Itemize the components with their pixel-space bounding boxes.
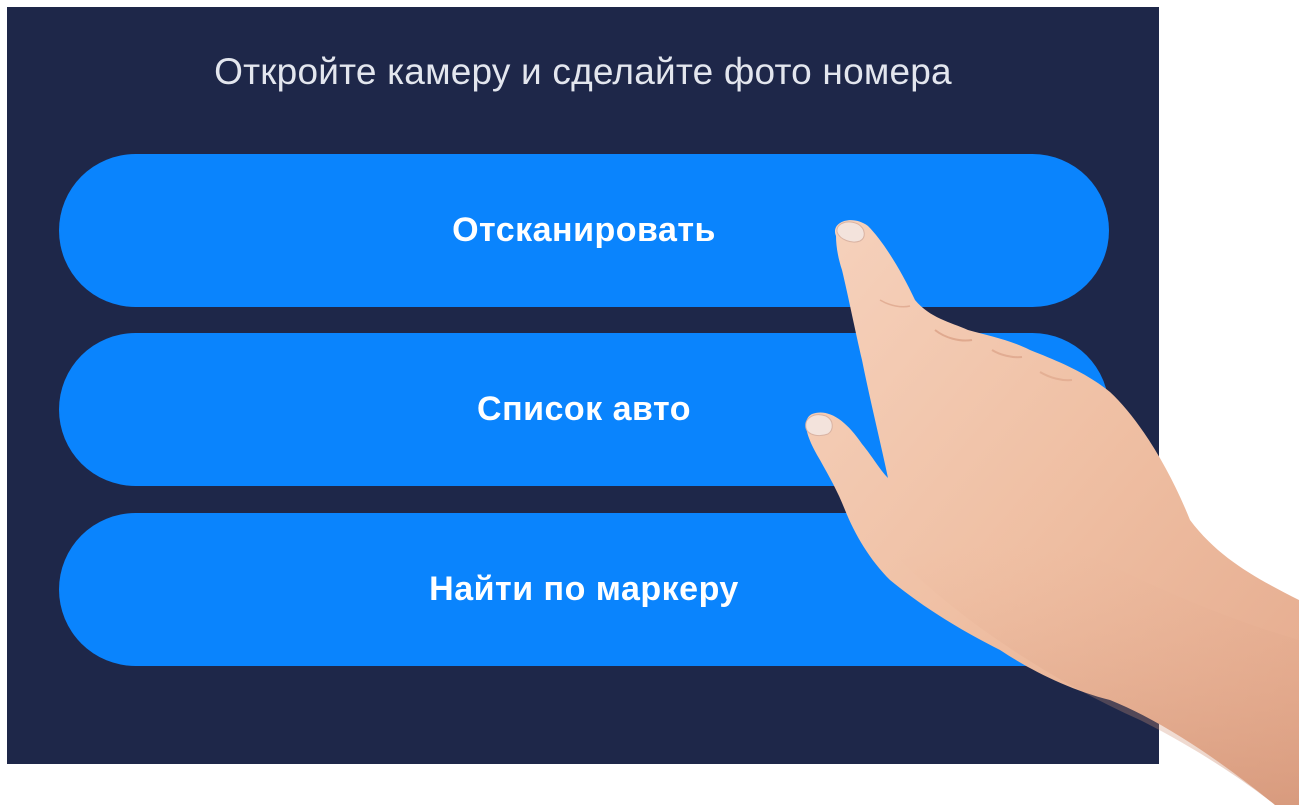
scan-button[interactable]: Отсканировать: [59, 154, 1109, 307]
find-by-marker-button[interactable]: Найти по маркеру: [59, 513, 1109, 666]
camera-prompt-text: Откройте камеру и сделайте фото номера: [214, 51, 952, 92]
page: Откройте камеру и сделайте фото номера О…: [0, 0, 1299, 805]
app-screen: Откройте камеру и сделайте фото номера О…: [7, 7, 1159, 764]
find-by-marker-button-label: Найти по маркеру: [429, 570, 739, 608]
scan-button-label: Отсканировать: [452, 211, 716, 249]
car-list-button-label: Список авто: [477, 390, 691, 428]
car-list-button[interactable]: Список авто: [59, 333, 1109, 486]
